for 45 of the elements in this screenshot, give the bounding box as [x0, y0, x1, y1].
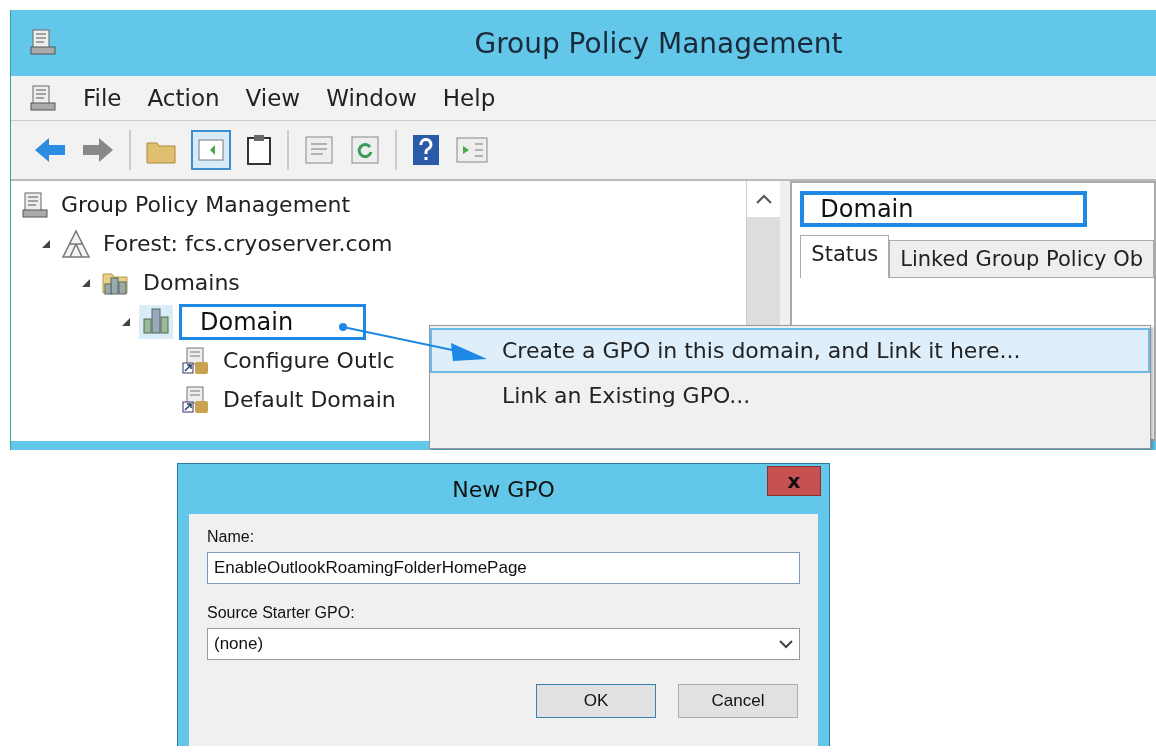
pane-toggle-icon[interactable]: [191, 130, 231, 170]
tab[interactable]: Linked Group Policy Ob: [889, 240, 1154, 278]
menu-item[interactable]: Action: [147, 85, 220, 111]
chevron-down-icon: [779, 639, 793, 649]
menu-item[interactable]: File: [83, 85, 122, 111]
menu-item[interactable]: View: [245, 85, 301, 111]
pane-show-icon[interactable]: [455, 134, 489, 166]
system-menu-icon[interactable]: [29, 84, 57, 112]
forward-arrow-icon[interactable]: [81, 136, 115, 164]
console-icon: [21, 190, 49, 219]
tree-item[interactable]: Group Policy Management: [57, 192, 355, 217]
help-icon[interactable]: [411, 133, 441, 167]
policy-link-icon: [181, 345, 211, 376]
properties-icon[interactable]: [303, 134, 335, 166]
refresh-icon[interactable]: [349, 134, 381, 166]
cancel-button[interactable]: Cancel: [678, 684, 798, 718]
tree-item[interactable]: Forest: fcs.cryoserver.com: [99, 231, 397, 256]
menu-item[interactable]: Window: [326, 85, 417, 111]
starter-gpo-dropdown[interactable]: (none): [207, 628, 800, 660]
ok-button[interactable]: OK: [536, 684, 656, 718]
expanded-arrow-icon[interactable]: [121, 316, 131, 327]
expanded-arrow-icon[interactable]: [81, 277, 91, 288]
app-icon: [29, 28, 57, 56]
field-label: Source Starter GPO:: [207, 604, 356, 622]
context-menu-item[interactable]: Create a GPO in this domain, and Link it here...: [430, 328, 1150, 373]
tree-item[interactable]: Default Domain: [219, 387, 400, 412]
field-label: Name:: [207, 528, 256, 546]
dialog-title: New GPO: [452, 476, 555, 502]
tree-item[interactable]: Domains: [139, 270, 244, 295]
servers-icon: [141, 306, 171, 337]
tree-item[interactable]: Domain: [179, 303, 367, 340]
menu-item[interactable]: Help: [442, 85, 496, 111]
name-input[interactable]: EnableOutlookRoamingFolderHomePage: [207, 552, 800, 584]
back-arrow-icon[interactable]: [33, 136, 67, 164]
close-button[interactable]: x: [767, 466, 821, 496]
policy-link-icon: [181, 384, 211, 415]
details-heading: Domain: [800, 191, 1088, 227]
window-title: Group Policy Management: [474, 26, 843, 60]
clipboard-icon[interactable]: [245, 134, 273, 166]
tree-item[interactable]: Configure Outlc: [219, 348, 399, 373]
triangle-icon: [61, 228, 91, 259]
scroll-up-icon[interactable]: [755, 194, 772, 204]
context-menu-item[interactable]: Link an Existing GPO...: [430, 373, 1150, 418]
tab[interactable]: Status: [800, 235, 890, 278]
expanded-arrow-icon[interactable]: [41, 238, 51, 249]
